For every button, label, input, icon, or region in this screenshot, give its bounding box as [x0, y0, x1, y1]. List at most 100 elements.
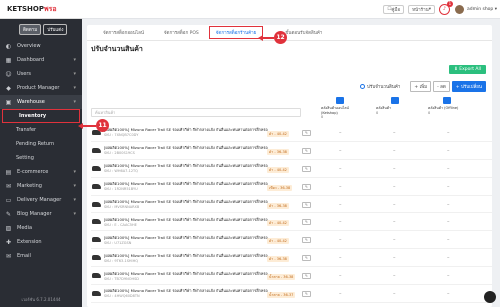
tab-online-stock[interactable]: จัดการสต็อกออนไลน์	[93, 29, 154, 40]
notification-bell-icon[interactable]: ♪ 1	[438, 0, 453, 15]
offline-stock-value[interactable]: –	[447, 219, 450, 225]
column-warehouse: คลังสินค้า 0	[376, 97, 416, 115]
brand-logo[interactable]: KETSHOP พรอ	[0, 0, 82, 19]
callout-12: 12	[274, 31, 287, 44]
edit-icon[interactable]: ✎	[302, 291, 311, 298]
offline-stock-value[interactable]: –	[447, 184, 450, 190]
edit-icon[interactable]: ✎	[302, 183, 311, 190]
toggle-follow[interactable]: ติดตาม	[19, 24, 42, 35]
toggle-customize[interactable]: ปรับแต่ง	[43, 24, 68, 35]
minus-button[interactable]: - ลด	[433, 81, 450, 92]
storefront-button[interactable]: หน้าร้าน ▾	[408, 4, 435, 14]
variant-badge: ดำ - 36-38	[267, 202, 289, 209]
warehouse-stock-value[interactable]: –	[393, 219, 396, 225]
edit-icon[interactable]: ✎	[302, 219, 311, 226]
tab-pos-stock[interactable]: จัดการสต็อก POS	[154, 29, 209, 40]
warehouse-stock-value[interactable]: –	[393, 291, 396, 297]
edit-icon[interactable]: ✎	[302, 255, 311, 262]
warehouse-stock-value[interactable]: –	[393, 273, 396, 279]
offline-stock-value[interactable]: –	[447, 166, 450, 172]
column-offline-warehouse: คลังสินค้า (Offline) 0	[428, 97, 468, 115]
online-stock-value[interactable]: –	[339, 219, 342, 225]
chevron-down-icon: ▾	[73, 57, 76, 63]
media-icon: ▨	[5, 224, 12, 232]
sidebar-item-email[interactable]: ✉ Email	[0, 249, 82, 263]
sidebar-item-marketing[interactable]: ✉ Marketing ▾	[0, 179, 82, 193]
offline-stock-value[interactable]: –	[447, 291, 450, 297]
online-stock-value[interactable]: –	[339, 237, 342, 243]
online-stock-value[interactable]: –	[339, 184, 342, 190]
tab-store-stock[interactable]: จัดการสต็อกร้านค้าย	[208, 26, 264, 39]
sidebar-item-users[interactable]: ☺ Users ▾	[0, 67, 82, 81]
edit-icon[interactable]: ✎	[302, 130, 311, 136]
sidebar-item-e-commerce[interactable]: ▤ E-commerce ▾	[0, 165, 82, 179]
online-stock-value[interactable]: –	[339, 148, 342, 154]
export-all-button[interactable]: ⬇ Export All	[449, 65, 486, 74]
notification-badge: 1	[446, 0, 453, 7]
warehouse-stock-value[interactable]: –	[393, 130, 396, 136]
online-stock-value[interactable]: –	[339, 130, 342, 136]
sidebar-item-blog-manager[interactable]: ✎ Blog Manager ▾	[0, 207, 82, 221]
warehouse-stock-value[interactable]: –	[393, 202, 396, 208]
chevron-down-icon: ▾	[73, 211, 76, 217]
offline-stock-value[interactable]: –	[447, 202, 450, 208]
variant-badge: ดำ - 40-42	[267, 238, 289, 245]
page-title: ปรับจำนวนสินค้า	[91, 45, 143, 53]
online-stock-value[interactable]: –	[339, 202, 342, 208]
sidebar-item-media[interactable]: ▨ Media	[0, 221, 82, 235]
sidebar-item-overview[interactable]: ◐ Overview	[0, 39, 82, 53]
adjust-radio[interactable]: ปรับจำนวนสินค้า	[360, 83, 400, 90]
warehouse-stock-value[interactable]: –	[393, 148, 396, 154]
warehouse-stock-value[interactable]: –	[393, 237, 396, 243]
online-stock-value[interactable]: –	[339, 255, 342, 261]
brand-accent: พรอ	[43, 4, 57, 13]
sidebar-item-warehouse[interactable]: ▣ Warehouse ▾	[0, 95, 82, 109]
variant-badge: เขียว - 36-38	[267, 184, 293, 191]
sidebar-item-label: Blog Manager	[17, 211, 52, 217]
callout-12-arrow	[262, 37, 274, 39]
product-icon: ◆	[6, 84, 11, 92]
avatar[interactable]	[454, 4, 464, 14]
sidebar-item-dashboard[interactable]: ▦ Dashboard ▾	[0, 53, 82, 67]
table-row: [ผลผลิต100%] Mizuno Racer Trail SE รองเท…	[91, 285, 492, 303]
offline-stock-value[interactable]: –	[447, 148, 450, 154]
add-button[interactable]: + เพิ่ม	[410, 81, 432, 92]
stock-tabs: จัดการสต็อกออนไลน์ จัดการสต็อก POS จัดกา…	[87, 25, 492, 41]
sidebar-item-product-manager[interactable]: ◆ Product Manager ▾	[0, 81, 82, 95]
edit-icon[interactable]: ✎	[302, 165, 311, 172]
sidebar-item-extension[interactable]: ✚ Extension	[0, 235, 82, 249]
warehouse-stock-value[interactable]: –	[393, 184, 396, 190]
topbar: ☐ คู่มือ หน้าร้าน ▾ ♪ 1 admin shop ▾	[82, 0, 500, 19]
online-stock-value[interactable]: –	[339, 166, 342, 172]
edit-icon[interactable]: ✎	[302, 273, 311, 280]
sidebar-subitem-setting[interactable]: Setting	[0, 151, 82, 165]
search-input[interactable]: ค้นหาสินค้า	[91, 108, 301, 117]
adjust-button[interactable]: + ปรับเปลี่ยน	[451, 81, 486, 92]
manual-button[interactable]: ☐ คู่มือ	[383, 4, 405, 14]
offline-stock-value[interactable]: –	[447, 237, 450, 243]
blog-icon: ✎	[5, 210, 12, 218]
chevron-down-icon: ▾	[73, 71, 76, 77]
user-menu[interactable]: admin shop ▾	[467, 7, 497, 12]
chat-widget-icon[interactable]	[484, 291, 496, 303]
sidebar-subitem-pending-return[interactable]: Pending Return	[0, 137, 82, 151]
sidebar-item-label: Media	[17, 225, 33, 231]
warehouse-stock-value[interactable]: –	[393, 166, 396, 172]
table-row: [ผลผลิต100%] Mizuno Racer Trail SE รองเท…	[91, 213, 492, 232]
sidebar-item-label: Marketing	[17, 183, 42, 189]
product-thumbnail	[92, 165, 101, 171]
offline-stock-value[interactable]: –	[447, 273, 450, 279]
online-stock-value[interactable]: –	[339, 291, 342, 297]
sidebar-item-delivery-manager[interactable]: ▭ Delivery Manager ▾	[0, 193, 82, 207]
edit-icon[interactable]: ✎	[302, 201, 311, 208]
online-stock-value[interactable]: –	[339, 273, 342, 279]
offline-stock-value[interactable]: –	[447, 130, 450, 136]
warehouse-stock-value[interactable]: –	[393, 255, 396, 261]
chevron-down-icon: ▾	[73, 99, 76, 105]
table-row: [ผลผลิต100%] Mizuno Racer Trail SE รองเท…	[91, 249, 492, 268]
edit-icon[interactable]: ✎	[302, 147, 311, 154]
sidebar-subitem-inventory[interactable]: Inventory	[2, 109, 80, 123]
offline-stock-value[interactable]: –	[447, 255, 450, 261]
sidebar-subitem-transfer[interactable]: Transfer	[0, 123, 82, 137]
edit-icon[interactable]: ✎	[302, 237, 311, 244]
